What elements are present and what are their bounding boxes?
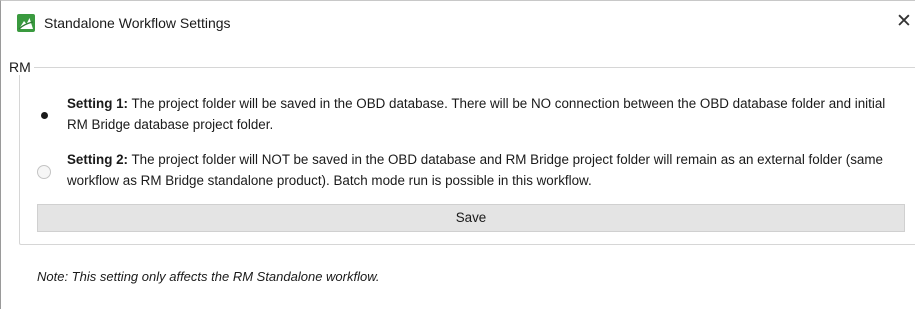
setting-1-description: The project folder will be saved in the … bbox=[67, 96, 886, 132]
title-bar: Standalone Workflow Settings ✕ bbox=[1, 1, 915, 43]
setting-2-radio[interactable] bbox=[37, 165, 51, 179]
group-label-rm: RM bbox=[6, 59, 34, 75]
setting-1-radio[interactable] bbox=[37, 108, 51, 122]
settings-dialog: Standalone Workflow Settings ✕ RM Settin… bbox=[0, 0, 915, 309]
save-button[interactable]: Save bbox=[37, 204, 905, 232]
setting-2-text[interactable]: Setting 2: The project folder will NOT b… bbox=[67, 149, 907, 191]
setting-2-label: Setting 2: bbox=[67, 152, 129, 167]
note-text: Note: This setting only affects the RM S… bbox=[37, 269, 380, 284]
setting-1-label: Setting 1: bbox=[67, 96, 129, 111]
setting-2-description: The project folder will NOT be saved in … bbox=[67, 152, 883, 188]
rm-bridge-app-icon bbox=[17, 14, 35, 32]
window-title: Standalone Workflow Settings bbox=[44, 15, 231, 31]
setting-1-text[interactable]: Setting 1: The project folder will be sa… bbox=[67, 93, 907, 135]
close-icon[interactable]: ✕ bbox=[893, 9, 915, 37]
